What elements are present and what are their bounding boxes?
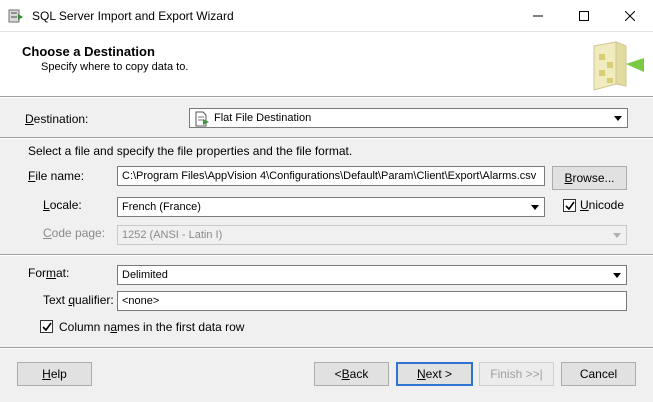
code-page-value: 1252 (ANSI - Latin I) <box>122 229 223 241</box>
format-value: Delimited <box>122 269 168 281</box>
file-name-input[interactable]: C:\Program Files\AppVision 4\Configurati… <box>117 166 545 186</box>
locale-value: French (France) <box>122 201 201 213</box>
title-bar: SQL Server Import and Export Wizard <box>0 0 653 31</box>
locale-select[interactable]: French (France) <box>117 197 545 217</box>
column-names-checkbox[interactable] <box>40 320 53 333</box>
column-names-label[interactable]: Column names in the first data row <box>59 320 244 334</box>
text-qualifier-input[interactable]: <none> <box>117 291 627 311</box>
checkmark-icon <box>564 201 575 210</box>
minimize-icon <box>533 15 543 16</box>
destination-label: Destination: <box>25 112 89 126</box>
cancel-button[interactable]: Cancel <box>561 362 636 386</box>
format-divider <box>0 254 653 256</box>
chevron-down-icon[interactable] <box>528 200 542 214</box>
unicode-label[interactable]: Unicode <box>580 198 624 212</box>
chevron-down-icon <box>610 228 624 242</box>
destination-value: Flat File Destination <box>214 112 312 124</box>
format-select[interactable]: Delimited <box>117 265 627 285</box>
close-button[interactable] <box>607 0 653 31</box>
destination-select[interactable]: Flat File Destination <box>189 108 628 128</box>
footer-divider <box>0 347 653 349</box>
chevron-down-icon[interactable] <box>611 111 625 125</box>
browse-button[interactable]: Browse... <box>552 166 627 190</box>
maximize-button[interactable] <box>561 0 607 31</box>
finish-button[interactable]: Finish >>| <box>479 362 554 386</box>
code-page-label: Code page: <box>43 226 106 240</box>
locale-label: Locale: <box>43 198 82 212</box>
wizard-header: Choose a Destination Specify where to co… <box>0 31 653 96</box>
wizard-app-icon <box>8 9 23 23</box>
checkmark-icon <box>41 322 52 331</box>
window-title: SQL Server Import and Export Wizard <box>32 9 234 23</box>
destination-divider <box>0 137 653 139</box>
close-icon <box>625 10 635 21</box>
unicode-checkbox[interactable] <box>563 199 576 212</box>
destination-graphic-icon <box>593 41 644 91</box>
text-qualifier-label: Text qualifier: <box>43 293 114 307</box>
format-label: Format: <box>28 266 70 280</box>
instructions-text: Select a file and specify the file prope… <box>28 144 353 158</box>
maximize-icon <box>579 10 589 21</box>
code-page-select[interactable]: 1252 (ANSI - Latin I) <box>117 225 627 245</box>
chevron-down-icon[interactable] <box>610 268 624 282</box>
file-name-label: File name: <box>28 169 85 183</box>
next-button[interactable]: Next > <box>396 362 473 386</box>
page-title: Choose a Destination <box>22 44 155 59</box>
minimize-button[interactable] <box>515 0 561 31</box>
header-divider <box>0 96 653 98</box>
help-button[interactable]: Help <box>17 362 92 386</box>
page-subtitle: Specify where to copy data to. <box>41 61 189 73</box>
flat-file-icon <box>195 111 209 127</box>
back-button[interactable]: < Back <box>314 362 389 386</box>
